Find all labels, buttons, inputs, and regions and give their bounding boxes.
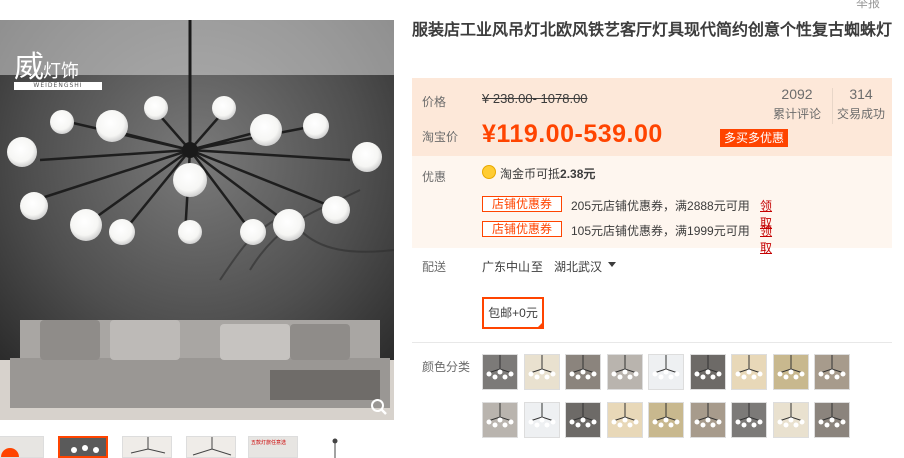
- thumbnail-5[interactable]: 五款灯旅任意选: [248, 436, 298, 458]
- tb-price: ¥119.00-539.00: [482, 120, 663, 148]
- sales-count: 314 交易成功: [834, 86, 888, 122]
- thumbnail-promo-text: 五款灯旅任意选: [251, 440, 287, 446]
- discount-label: 优惠: [422, 170, 447, 184]
- search-icon[interactable]: [370, 398, 388, 416]
- taobao-coin-icon: [482, 165, 496, 179]
- color-option[interactable]: [689, 354, 726, 390]
- review-count-number: 2092: [781, 86, 813, 102]
- review-count[interactable]: 2092 累计评论: [766, 86, 828, 122]
- color-option[interactable]: [482, 354, 518, 390]
- product-title: 服装店工业风吊灯北欧风铁艺客厅灯具现代简约创意个性复古蜘蛛灯: [412, 22, 893, 39]
- shipping-destination-select[interactable]: 湖北武汉: [554, 258, 602, 275]
- thumbnail-3[interactable]: [122, 436, 172, 458]
- original-price-label: 价格: [422, 95, 447, 109]
- sales-count-number: 314: [849, 86, 873, 102]
- color-option[interactable]: [523, 354, 560, 390]
- thumbnail-4[interactable]: [186, 436, 236, 458]
- section-divider: [412, 342, 892, 343]
- color-option[interactable]: [606, 402, 643, 438]
- coin-offset-text: 淘金币可抵2.38元: [500, 165, 595, 182]
- tb-price-label: 淘宝价: [422, 130, 459, 144]
- report-link[interactable]: 举报: [856, 0, 880, 11]
- color-option[interactable]: [814, 354, 850, 390]
- color-option[interactable]: [648, 354, 684, 390]
- color-option[interactable]: [814, 402, 850, 438]
- color-option[interactable]: [772, 402, 809, 438]
- color-option[interactable]: [565, 402, 601, 438]
- brand-logo-side: 灯饰: [43, 61, 79, 82]
- color-option[interactable]: [565, 354, 601, 390]
- thumbnail-strip: 五款灯旅任意选: [0, 436, 400, 458]
- coupon-tag: 店铺优惠券: [482, 221, 562, 237]
- thumbnail-badge: [1, 448, 19, 457]
- color-option[interactable]: [523, 402, 560, 438]
- color-option[interactable]: [606, 354, 643, 390]
- brand-logo-main: 威: [14, 50, 44, 85]
- color-category-label: 颜色分类: [422, 360, 471, 374]
- shipping-to-word: 至: [531, 260, 544, 274]
- shipping-label: 配送: [422, 260, 447, 274]
- review-count-label: 累计评论: [772, 107, 821, 121]
- thumbnail-pin: [332, 436, 338, 458]
- shipping-origin: 广东中山: [482, 260, 531, 274]
- claim-coupon-link[interactable]: 领取: [760, 222, 772, 256]
- product-gallery: 威灯饰 WEIDENGSHI: [0, 20, 394, 420]
- coin-offset-prefix: 淘金币可抵: [500, 167, 561, 181]
- original-price: ¥ 238.00- 1078.00: [482, 91, 588, 106]
- sales-count-label: 交易成功: [836, 107, 885, 121]
- brand-logo: 威灯饰 WEIDENGSHI: [14, 42, 102, 90]
- coupon-description: 105元店铺优惠券，满1999元可用: [571, 224, 750, 238]
- promo-tag[interactable]: 多买多优惠: [720, 129, 789, 147]
- brand-logo-sub: WEIDENGSHI: [14, 82, 102, 90]
- color-option[interactable]: [482, 402, 518, 438]
- color-option[interactable]: [772, 354, 809, 390]
- coin-offset-value: 2.38元: [560, 167, 596, 181]
- color-option[interactable]: [731, 354, 767, 390]
- coupon-description: 205元店铺优惠券，满2888元可用: [571, 199, 750, 213]
- coupon-tag: 店铺优惠券: [482, 196, 562, 212]
- shipping-option[interactable]: 包邮+0元: [482, 297, 544, 329]
- stat-divider: [832, 88, 833, 124]
- thumbnail-1[interactable]: [0, 436, 44, 458]
- chevron-down-icon[interactable]: [608, 262, 616, 267]
- color-option[interactable]: [648, 402, 684, 438]
- thumbnail-2[interactable]: [58, 436, 108, 458]
- color-option[interactable]: [731, 402, 767, 438]
- color-option[interactable]: [689, 402, 726, 438]
- price-panel: 价格 ¥ 238.00- 1078.00 淘宝价 ¥119.00-539.00 …: [412, 78, 892, 255]
